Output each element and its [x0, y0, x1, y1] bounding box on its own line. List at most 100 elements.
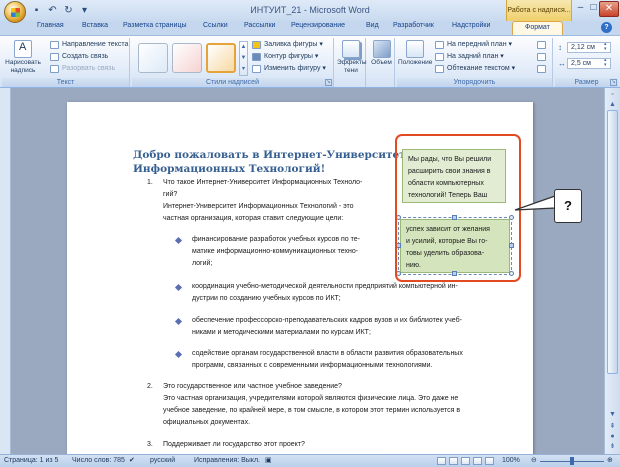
- 3d-cube-icon: [372, 40, 391, 58]
- send-back-button[interactable]: На задний план ▾: [435, 52, 504, 62]
- create-link-button[interactable]: Создать связь: [50, 52, 108, 62]
- zoom-level[interactable]: 100%: [502, 455, 520, 467]
- shape-fill-button[interactable]: Заливка фигуры ▾: [252, 40, 323, 50]
- align-button[interactable]: [537, 40, 547, 50]
- volume-button[interactable]: Объем: [369, 40, 394, 67]
- align-icon: [537, 41, 546, 49]
- pencil-icon: [252, 53, 261, 61]
- proofing-icon[interactable]: ✔: [129, 455, 135, 467]
- scroll-up-icon[interactable]: ▲: [607, 100, 618, 110]
- tab-page-layout[interactable]: Разметка страницы: [123, 22, 187, 29]
- list-item: Это государственное или частное учебное …: [163, 381, 513, 429]
- zoom-slider-thumb[interactable]: [570, 457, 574, 465]
- bullet-line: координация учебно-методической деятельн…: [192, 283, 458, 290]
- size-dialog-launcher-icon[interactable]: ↘: [610, 79, 617, 86]
- style-gallery-scroll[interactable]: ▲ ▼ ▾: [239, 41, 248, 76]
- width-input[interactable]: 2,5 см: [567, 58, 611, 69]
- shape-outline-button[interactable]: Контур фигуры ▾: [252, 52, 318, 62]
- word-count[interactable]: Число слов: 785: [72, 455, 125, 467]
- style-swatch-orange[interactable]: [206, 43, 236, 73]
- page-counter[interactable]: Страница: 1 из 5: [4, 455, 58, 467]
- vertical-scrollbar[interactable]: ▫ ▲ ▼ ⇞ ● ⇟: [604, 88, 620, 454]
- break-link-icon: [50, 65, 59, 73]
- title-bar: ▪ ↶ ↻ ▾ ИНТУИТ_21 - Microsoft Word Работ…: [0, 0, 620, 23]
- shadow-effects-label: Эффекты тени: [337, 59, 367, 74]
- group-size: ↕ 2,12 см ↔ 2,5 см Размер ↘: [555, 38, 618, 87]
- group-label-size: Размер: [555, 78, 618, 87]
- list-item: финансирование разработок учебных курсов…: [192, 234, 392, 270]
- style-swatch-red[interactable]: [172, 43, 202, 73]
- position-button[interactable]: Положение: [398, 40, 432, 67]
- text-direction-button[interactable]: Направление текста: [50, 40, 128, 50]
- change-shape-button[interactable]: Изменить фигуру ▾: [252, 64, 326, 74]
- select-browse-object-icon[interactable]: ●: [607, 432, 618, 442]
- tab-references[interactable]: Ссылки: [203, 22, 228, 29]
- close-button[interactable]: ✕: [599, 1, 619, 17]
- help-icon[interactable]: ?: [601, 22, 612, 33]
- draw-textbox-label: Нарисовать надпись: [5, 59, 41, 74]
- track-changes-status[interactable]: Исправления: Выкл.: [194, 455, 260, 467]
- group-label-styles: Стили надписей: [132, 78, 333, 87]
- paint-bucket-icon: [252, 41, 261, 49]
- send-back-label: На задний план: [447, 53, 499, 60]
- list-item-line: гий?: [163, 191, 178, 198]
- full-screen-reading-icon[interactable]: [449, 457, 458, 465]
- highlight-frame: [395, 134, 521, 282]
- list-item: Поддерживает ли государство этот проект?: [163, 439, 463, 451]
- zoom-in-icon[interactable]: ⊕: [607, 455, 613, 467]
- tab-home[interactable]: Главная: [37, 22, 64, 29]
- macro-record-icon[interactable]: ▣: [265, 455, 272, 467]
- draw-textbox-button[interactable]: A Нарисовать надпись: [5, 40, 41, 75]
- tab-addins[interactable]: Надстройки: [452, 22, 490, 29]
- zoom-out-icon[interactable]: ⊖: [531, 455, 537, 467]
- bring-front-label: На передний план: [447, 41, 507, 48]
- list-item-line: Что такое Интернет-Университет Информаци…: [163, 179, 363, 186]
- office-button[interactable]: [4, 1, 26, 23]
- print-layout-view-icon[interactable]: [437, 457, 446, 465]
- ruler-toggle-icon[interactable]: ▫: [607, 90, 618, 100]
- text-wrap-button[interactable]: Обтекание текстом ▾: [435, 64, 515, 74]
- draft-view-icon[interactable]: [485, 457, 494, 465]
- list-item-line: официальных документах.: [163, 419, 251, 426]
- shadow-icon: [342, 40, 360, 58]
- bullet-line: никами и методическими материалами по ку…: [192, 329, 371, 336]
- next-page-icon[interactable]: ⇟: [607, 442, 618, 452]
- bullet-icon: [174, 236, 183, 245]
- shapes-icon: [252, 65, 261, 73]
- tab-format[interactable]: Формат: [512, 21, 563, 35]
- volume-label: Объем: [371, 59, 392, 66]
- web-layout-icon[interactable]: [461, 457, 470, 465]
- tab-view[interactable]: Вид: [366, 22, 379, 29]
- tab-review[interactable]: Рецензирование: [291, 22, 345, 29]
- outline-view-icon[interactable]: [473, 457, 482, 465]
- rotate-icon: [537, 65, 546, 73]
- bring-front-icon: [435, 41, 444, 49]
- bullet-icon: [174, 350, 183, 359]
- text-direction-icon: [50, 41, 59, 49]
- style-swatch-blue[interactable]: [138, 43, 168, 73]
- bring-front-button[interactable]: На передний план ▾: [435, 40, 512, 50]
- styles-dialog-launcher-icon[interactable]: ↘: [325, 79, 332, 86]
- more-icon[interactable]: ▾: [240, 64, 247, 75]
- context-tab-group-label: Работа с надпися...: [506, 0, 572, 21]
- shape-fill-label: Заливка фигуры: [264, 41, 318, 48]
- height-input[interactable]: 2,12 см: [567, 42, 611, 53]
- chevron-down-icon[interactable]: ▼: [240, 53, 247, 64]
- language-indicator[interactable]: русский: [150, 455, 175, 467]
- tab-developer[interactable]: Разработчик: [393, 22, 434, 29]
- group-objects-button[interactable]: [537, 52, 547, 62]
- rotate-button[interactable]: [537, 64, 547, 74]
- vertical-ruler: [0, 88, 11, 454]
- chevron-up-icon[interactable]: ▲: [240, 42, 247, 53]
- scrollbar-thumb[interactable]: [607, 110, 618, 374]
- question-callout: ?: [512, 186, 592, 230]
- previous-page-icon[interactable]: ⇞: [607, 422, 618, 432]
- height-icon: ↕: [558, 43, 562, 52]
- tab-insert[interactable]: Вставка: [82, 22, 108, 29]
- break-link-button[interactable]: Разорвать связь: [50, 64, 115, 74]
- text-direction-label: Направление текста: [62, 41, 129, 48]
- shadow-effects-button[interactable]: Эффекты тени: [337, 40, 367, 75]
- scroll-down-icon[interactable]: ▼: [607, 410, 618, 420]
- tab-mailings[interactable]: Рассылки: [244, 22, 275, 29]
- ribbon: A Нарисовать надпись Направление текста …: [0, 35, 620, 88]
